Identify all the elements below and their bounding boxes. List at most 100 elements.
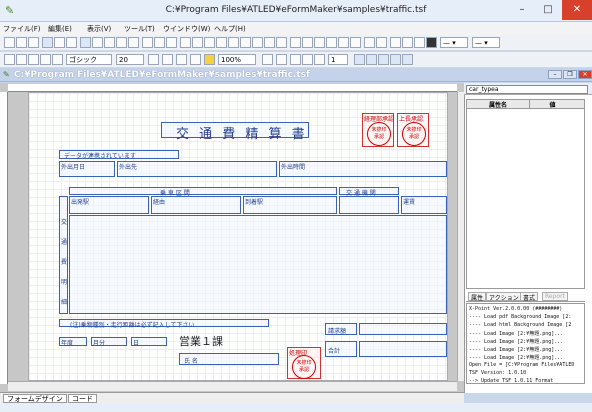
image-icon[interactable] [154,37,165,48]
menu-edit[interactable]: 編集(E) [48,24,72,34]
width-icon[interactable] [290,37,301,48]
underline-icon[interactable] [28,54,39,65]
frame-icon[interactable] [414,37,425,48]
distribute-icon[interactable] [216,37,227,48]
open-icon[interactable] [16,37,27,48]
doc-restore-button[interactable]: ❐ [563,70,577,79]
page-grid-icon[interactable] [402,54,413,65]
page-add-icon[interactable] [302,54,313,65]
menu-window[interactable]: ウインドウ(W) [163,24,210,34]
field-icon[interactable] [166,37,177,48]
page-remove-icon[interactable] [314,54,325,65]
property-grid[interactable]: 属性名 値 [466,99,585,289]
diagonal-icon[interactable] [116,37,127,48]
pen-icon[interactable] [390,37,401,48]
tab-format[interactable]: 書式 [520,292,539,302]
approve-stamp-box[interactable]: 処理印 未捺印 承認 [287,347,321,379]
claim-amount-field[interactable] [359,323,447,335]
highlight-icon[interactable] [204,54,215,65]
row-header-column[interactable]: 交 通 費 明 細 [59,196,68,314]
tab-action[interactable]: アクション [486,292,522,302]
tab-attr[interactable]: 属性 [468,292,487,302]
prev-page-icon[interactable] [366,54,377,65]
line-icon[interactable] [104,37,115,48]
arrival-field[interactable]: 到着駅 [243,196,337,214]
menu-help[interactable]: ヘルプ(H) [214,24,246,34]
menu-file[interactable]: ファイル(F) [3,24,41,34]
day-field[interactable]: 日 [131,337,167,347]
ungroup-icon[interactable] [240,37,251,48]
out-dest-field[interactable]: 外出先 [117,161,277,177]
lock-icon[interactable] [350,37,361,48]
doc-close-button[interactable]: ✕ [578,70,592,79]
doc-minimize-button[interactable]: – [548,70,562,79]
tab-code[interactable]: コード [68,394,97,403]
dept-station-field[interactable]: 出発駅 [69,196,149,214]
align-right-icon[interactable] [204,37,215,48]
title-field[interactable]: 交 通 費 精 算 書 [161,122,309,142]
line-width-select[interactable]: — ▾ [472,37,500,48]
space-icon[interactable] [314,37,325,48]
form-page[interactable]: 交 通 費 精 算 書 経理部承認 未捺印 承認 上長承認 未捺印 承認 データが連… [28,92,448,381]
maximize-button[interactable]: □ [536,0,560,20]
first-page-icon[interactable] [354,54,365,65]
zoom-select[interactable]: 100% [218,54,256,65]
select-icon[interactable] [80,37,91,48]
horizontal-scrollbar[interactable] [8,381,457,391]
fare-field[interactable]: 運賃 [401,196,447,214]
bold-icon[interactable] [4,54,15,65]
check-box-b[interactable]: 上長承認 未捺印 承認 [397,113,429,147]
last-page-icon[interactable] [390,54,401,65]
save-icon[interactable] [28,37,39,48]
calc-icon[interactable] [364,37,375,48]
total-amount-field[interactable] [359,341,447,357]
italic-icon[interactable] [16,54,27,65]
bottom-note-field[interactable]: (注)乗物種別・走行距離は必ず記入して下さい [59,319,269,329]
route-header[interactable]: 乗 車 区 間 [69,187,337,197]
box-icon[interactable] [52,54,63,65]
claim-field[interactable]: 請求額 [325,323,357,335]
layer-icon[interactable] [338,37,349,48]
rect-icon[interactable] [92,37,103,48]
height-icon[interactable] [302,37,313,48]
check-box-a[interactable]: 経理部承認 未捺印 承認 [362,113,394,147]
out-time-field[interactable]: 外出時間 [279,161,447,177]
pdf-icon[interactable] [262,54,273,65]
fill-color-icon[interactable] [190,54,201,65]
transport-header[interactable]: 交 通 機 関 [339,187,399,197]
table-insert-icon[interactable] [326,37,337,48]
stamp-icon[interactable] [142,37,153,48]
color-icon[interactable] [426,37,437,48]
detail-area[interactable] [69,215,447,314]
size-icon[interactable] [276,37,287,48]
transport-field[interactable] [339,196,399,214]
list-icon[interactable] [402,37,413,48]
line-style-select[interactable]: — ▾ [440,37,468,48]
menu-tools[interactable]: ツール(T) [124,24,155,34]
preview-icon[interactable] [276,54,287,65]
new-icon[interactable] [4,37,15,48]
page-icon[interactable] [290,54,301,65]
front-icon[interactable] [252,37,263,48]
year-field[interactable]: 年度 [59,337,87,347]
grid-icon[interactable] [42,37,53,48]
line-color-icon[interactable] [176,54,187,65]
minimize-button[interactable]: – [510,0,534,20]
month-field[interactable]: 月分 [91,337,127,347]
name-field[interactable]: 氏 名 [179,353,279,365]
vertical-scrollbar[interactable] [457,92,464,381]
strike-icon[interactable] [40,54,51,65]
close-button[interactable]: ✕ [562,0,592,20]
align-left-icon[interactable] [180,37,191,48]
total-field[interactable]: 合計 [325,341,357,357]
text-color-icon[interactable] [162,54,173,65]
tab-report[interactable]: Report [542,292,568,301]
next-page-icon[interactable] [378,54,389,65]
group-icon[interactable] [228,37,239,48]
object-select[interactable]: car_typea [466,85,588,94]
tab-form-design[interactable]: フォームデザイン [3,394,67,403]
menu-view[interactable]: 表示(V) [87,24,111,34]
arrow-icon[interactable] [128,37,139,48]
table-icon[interactable] [54,37,65,48]
camera-icon[interactable] [66,37,77,48]
